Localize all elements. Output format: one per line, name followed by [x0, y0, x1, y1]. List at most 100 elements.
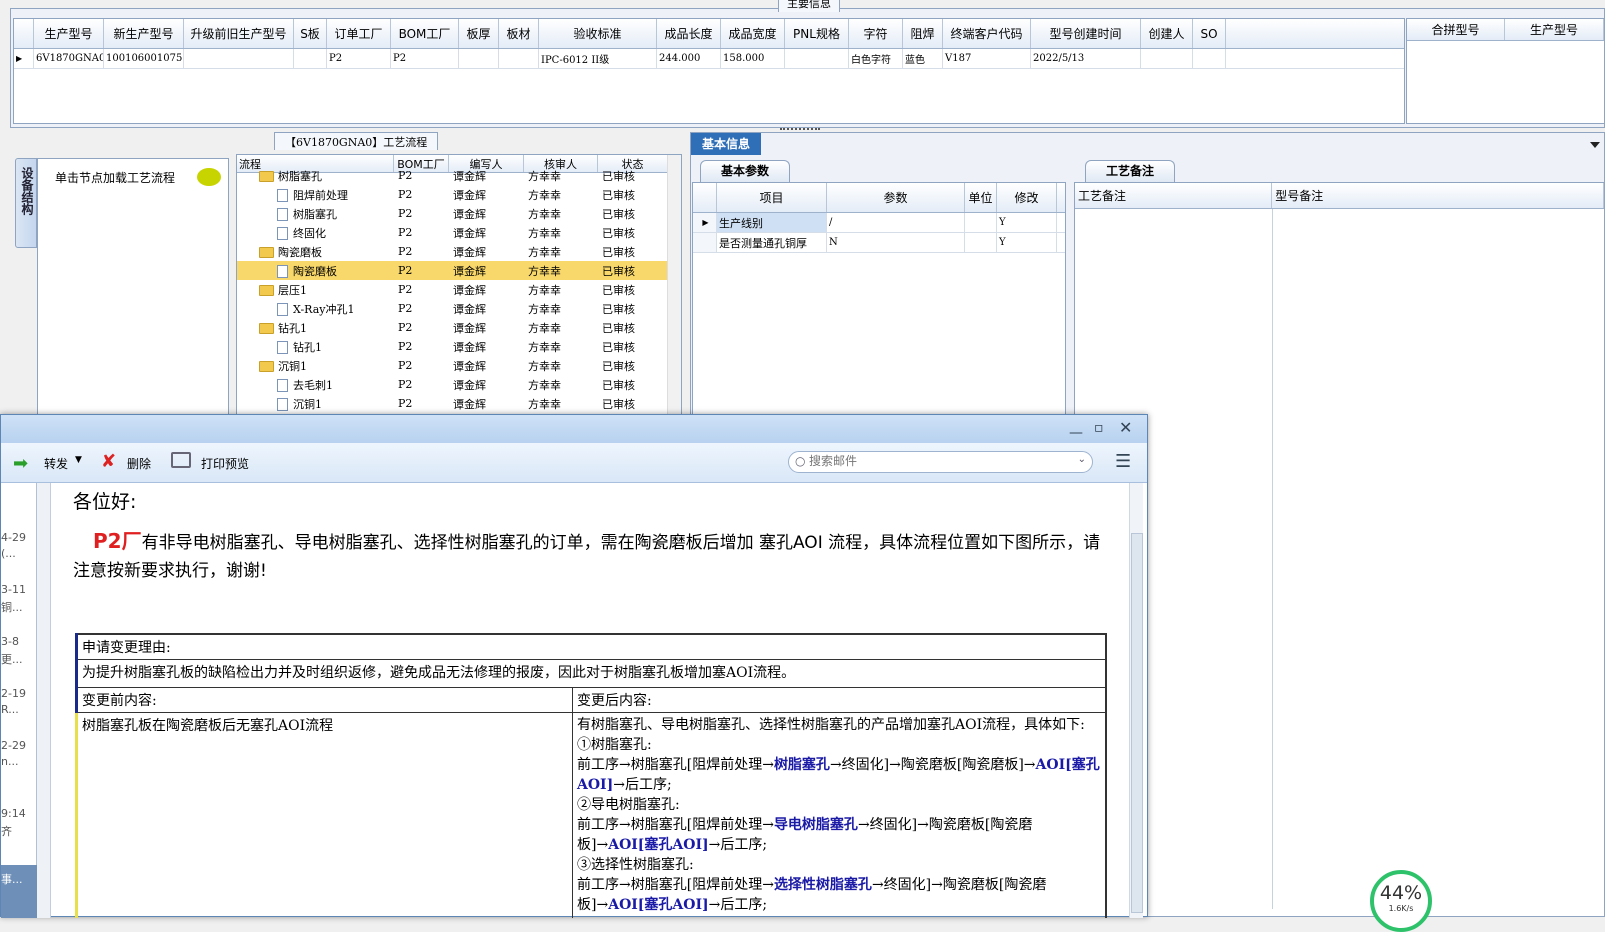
delete-icon[interactable]: ✘ — [101, 451, 116, 472]
cell[interactable]: 10010600107531 — [104, 49, 184, 68]
cell[interactable]: / — [827, 213, 965, 232]
cell[interactable]: IPC-6012 II级 — [539, 49, 657, 68]
col-header[interactable]: 型号备注 — [1272, 183, 1604, 208]
list-menu-icon[interactable]: ☰ — [1115, 451, 1131, 472]
col-header[interactable]: 新生产型号 — [104, 19, 184, 48]
mail-list-item[interactable]: n... — [1, 755, 18, 768]
tree-row[interactable]: 陶瓷磨板 P2 谭金辉 方幸幸 已审核 — [237, 242, 681, 261]
cell[interactable]: 生产线别 — [717, 213, 827, 232]
corner-cell[interactable] — [14, 19, 34, 48]
delete-button[interactable]: 删除 — [127, 455, 151, 472]
col-header[interactable]: 升级前旧生产型号 — [184, 19, 294, 48]
mail-list-item[interactable]: 铜... — [1, 599, 23, 615]
tree-row[interactable]: 钻孔1 P2 谭金辉 方幸幸 已审核 — [237, 337, 681, 356]
col-header[interactable]: 工艺备注 — [1075, 183, 1273, 208]
mail-list-item[interactable]: 8:40 — [1, 855, 26, 868]
search-input[interactable] — [809, 454, 1049, 468]
tree-row[interactable]: 沉铜1 P2 谭金辉 方幸幸 已审核 — [237, 356, 681, 375]
table-row[interactable]: 是否测量通孔铜厚 N Y — [693, 233, 1065, 253]
cell[interactable]: 244.000 — [657, 49, 721, 68]
col-header[interactable]: 板厚 — [459, 19, 499, 48]
cell[interactable] — [785, 49, 849, 68]
printer-icon[interactable] — [171, 452, 191, 468]
col-header[interactable]: 创建人 — [1141, 19, 1193, 48]
col-header[interactable]: 终端客户代码 — [943, 19, 1031, 48]
cell[interactable]: P2 — [391, 49, 459, 68]
mail-list-item[interactable]: 更... — [1, 651, 23, 667]
col-header[interactable]: 生产型号 — [1505, 19, 1604, 40]
mail-list-item[interactable]: (... — [1, 547, 16, 560]
tree-row[interactable]: 钻孔1 P2 谭金辉 方幸幸 已审核 — [237, 318, 681, 337]
mail-list-item[interactable]: 2-19 — [1, 687, 26, 700]
chevron-down-icon[interactable]: ▼ — [75, 455, 82, 465]
close-icon[interactable]: ✕ — [1119, 418, 1132, 437]
maximize-icon[interactable]: ▫ — [1094, 420, 1104, 436]
table-row[interactable]: ▶ 生产线别 / Y — [693, 213, 1065, 233]
col-header[interactable]: 项目 — [717, 183, 827, 212]
network-widget[interactable]: 44% 1.6K/s — [1370, 870, 1432, 932]
forward-button[interactable]: 转发 — [44, 455, 68, 472]
cell[interactable] — [965, 213, 997, 232]
cell[interactable]: P2 — [327, 49, 391, 68]
col-header[interactable]: 板材 — [499, 19, 539, 48]
tree-row[interactable]: 树脂塞孔 P2 谭金辉 方幸幸 已审核 — [237, 204, 681, 223]
tree-row[interactable]: 树脂塞孔 P2 谭金辉 方幸幸 已审核 — [237, 166, 681, 185]
cell[interactable]: 蓝色 — [903, 49, 943, 68]
chevron-down-icon[interactable]: ⌄ — [1078, 454, 1086, 465]
cell[interactable] — [1193, 49, 1226, 68]
tab-basic-info[interactable]: 基本信息 — [691, 133, 761, 155]
col-header[interactable]: 型号创建时间 — [1031, 19, 1141, 48]
tab-main-info[interactable]: 主要信息 — [778, 0, 840, 12]
cell[interactable]: V187 — [943, 49, 1031, 68]
tree-row[interactable]: 陶瓷磨板 P2 谭金辉 方幸幸 已审核 — [237, 261, 681, 280]
mail-list-scrollbar[interactable] — [37, 483, 51, 918]
forward-arrow-icon[interactable]: ➡ — [13, 453, 28, 474]
tree-row[interactable]: 层压1 P2 谭金辉 方幸幸 已审核 — [237, 280, 681, 299]
cell[interactable]: 2022/5/13 — [1031, 49, 1141, 68]
cell[interactable] — [459, 49, 499, 68]
cell[interactable]: 白色字符 — [849, 49, 903, 68]
col-header[interactable]: 字符 — [849, 19, 903, 48]
col-header[interactable]: 成品宽度 — [721, 19, 785, 48]
cell[interactable]: Y — [997, 213, 1057, 232]
tree-scrollbar[interactable] — [667, 155, 681, 417]
tab-process-notes[interactable]: 工艺备注 — [1085, 160, 1175, 182]
mail-list-item[interactable]: 4-29 — [1, 531, 26, 544]
cell[interactable] — [499, 49, 539, 68]
mail-list-item[interactable]: R... — [1, 703, 19, 716]
col-header[interactable]: 参数 — [827, 183, 965, 212]
tab-basic-params[interactable]: 基本参数 — [700, 160, 790, 182]
tree-row[interactable]: 阻焊前处理 P2 谭金辉 方幸幸 已审核 — [237, 185, 681, 204]
minimize-icon[interactable]: — — [1069, 425, 1083, 441]
tree-row[interactable]: 终固化 P2 谭金辉 方幸幸 已审核 — [237, 223, 681, 242]
collapse-arrow-icon[interactable] — [1590, 142, 1600, 148]
cell[interactable] — [294, 49, 327, 68]
cell[interactable] — [1141, 49, 1193, 68]
col-header[interactable]: 合拼型号 — [1407, 19, 1505, 40]
mail-list-item[interactable]: 2-29 — [1, 739, 26, 752]
col-header[interactable]: 单位 — [965, 183, 997, 212]
mail-body-scrollbar[interactable] — [1129, 483, 1143, 918]
mail-list-item[interactable]: 事... — [1, 871, 23, 887]
cell[interactable]: 158.000 — [721, 49, 785, 68]
col-header[interactable]: 生产型号 — [34, 19, 104, 48]
search-box[interactable]: ○ ⌄ — [788, 451, 1093, 473]
sidebar-vtab[interactable]: 设备结构 — [15, 158, 37, 248]
mail-list-item[interactable]: 3-8 — [1, 635, 19, 648]
col-header[interactable]: 验收标准 — [539, 19, 657, 48]
mail-list-item[interactable]: 3-11 — [1, 583, 26, 596]
cell[interactable] — [965, 233, 997, 252]
tree-row[interactable]: 去毛刺1 P2 谭金辉 方幸幸 已审核 — [237, 375, 681, 394]
col-header[interactable]: 阻焊 — [903, 19, 943, 48]
col-header[interactable]: PNL规格 — [785, 19, 849, 48]
col-header[interactable]: BOM工厂 — [391, 19, 459, 48]
cell[interactable] — [184, 49, 294, 68]
table-row[interactable]: ▶6V1870GNA010010600107531 P2P2 IPC-6012 II… — [14, 49, 1404, 69]
cell[interactable]: Y — [997, 233, 1057, 252]
mail-list-item[interactable]: 9:14 — [1, 807, 26, 820]
cell[interactable]: 是否测量通孔铜厚 — [717, 233, 827, 252]
cell[interactable]: N — [827, 233, 965, 252]
col-header[interactable]: 成品长度 — [657, 19, 721, 48]
cell[interactable]: 6V1870GNA0 — [34, 49, 104, 68]
mail-list-item[interactable]: 齐 — [1, 823, 12, 839]
